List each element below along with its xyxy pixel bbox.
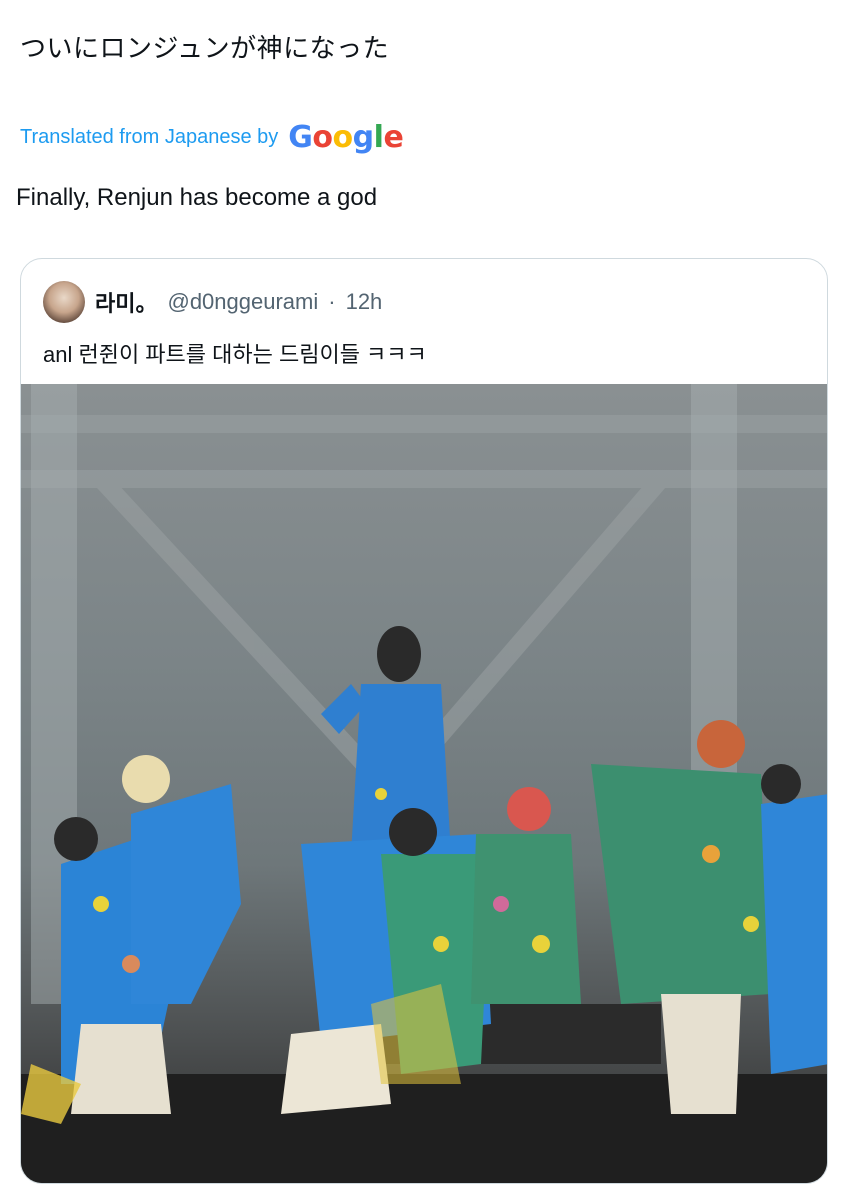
tweet-body-text: ついにロンジュンが神になった <box>20 33 390 63</box>
translated-from-label[interactable]: Translated from Japanese by <box>20 126 278 149</box>
google-logo: Google <box>288 120 404 155</box>
quoted-tweet-header: 라미。 @d0nggeurami · 12h <box>43 281 382 323</box>
separator-dot: · <box>328 289 336 314</box>
user-handle[interactable]: @d0nggeurami <box>167 289 318 315</box>
quoted-tweet-card[interactable]: 라미。 @d0nggeurami · 12h anl 런쥔이 파트를 대하는 드… <box>20 258 828 1184</box>
display-name[interactable]: 라미。 <box>95 286 157 318</box>
concert-photo[interactable] <box>21 384 827 1183</box>
avatar[interactable] <box>43 281 85 323</box>
translation-attribution: Translated from Japanese by Google <box>20 120 404 155</box>
quoted-tweet-text: anl 런쥔이 파트를 대하는 드림이들 ㅋㅋㅋ <box>43 342 427 367</box>
translated-text: Finally, Renjun has become a god <box>16 184 378 211</box>
timestamp[interactable]: 12h <box>346 289 383 315</box>
